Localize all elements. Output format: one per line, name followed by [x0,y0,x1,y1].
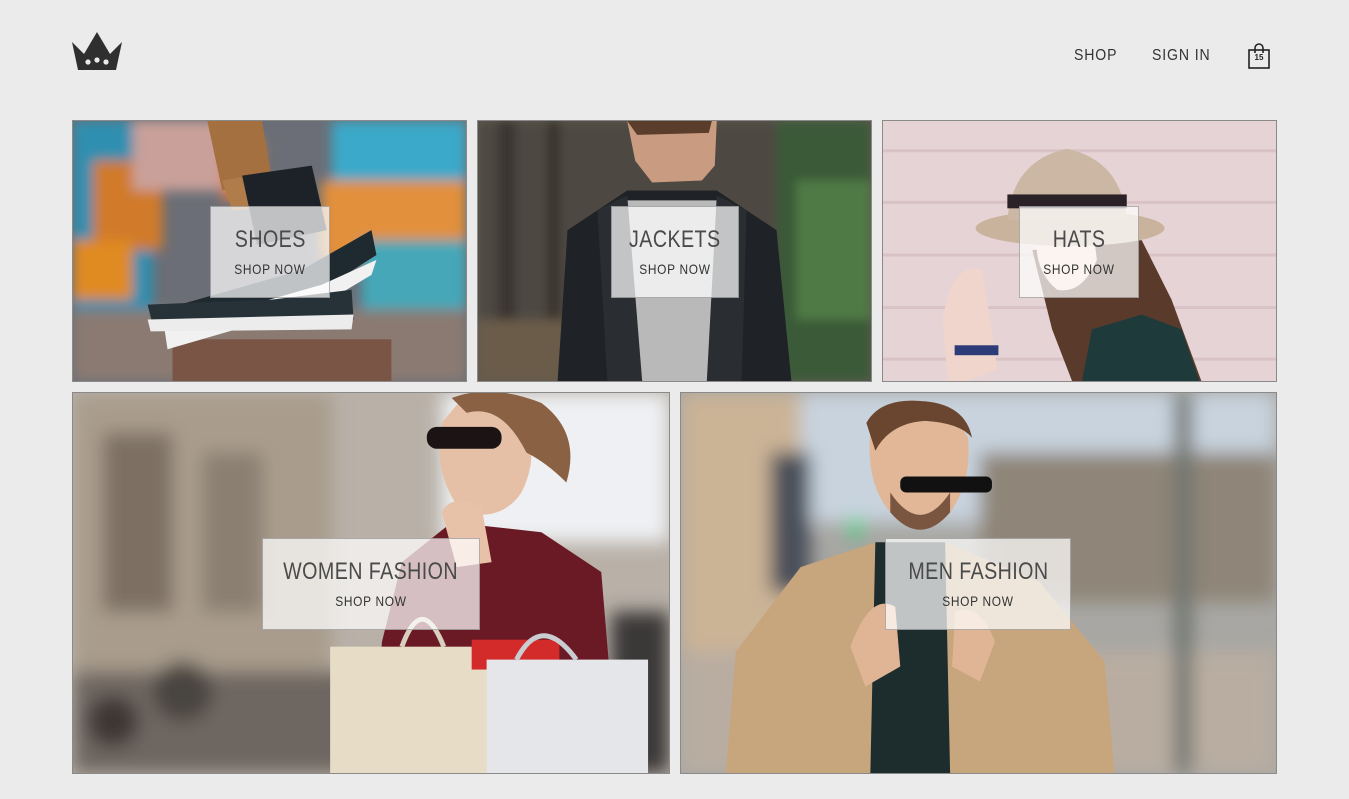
crown-icon[interactable] [70,30,124,72]
category-title: MEN FASHION [907,557,1049,585]
category-tile-jackets[interactable]: JACKETS SHOP NOW [477,120,872,382]
category-label-box: HATS SHOP NOW [1019,206,1139,298]
shop-now-link[interactable]: SHOP NOW [234,261,305,277]
category-label-box: MEN FASHION SHOP NOW [885,538,1071,630]
site-header: SHOP SIGN IN 15 [0,0,1349,110]
shop-now-link[interactable]: SHOP NOW [335,593,406,609]
shop-now-link[interactable]: SHOP NOW [639,261,710,277]
category-title: HATS [1052,225,1106,253]
category-tile-shoes[interactable]: SHOES SHOP NOW [72,120,467,382]
nav-sign-in-link[interactable]: SIGN IN [1152,47,1211,65]
category-tile-women-fashion[interactable]: WOMEN FASHION SHOP NOW [72,392,670,774]
category-tile-men-fashion[interactable]: MEN FASHION SHOP NOW [680,392,1277,774]
category-label-box: JACKETS SHOP NOW [611,206,739,298]
category-title: WOMEN FASHION [283,557,459,585]
cart-count: 15 [1254,53,1264,62]
category-label-box: SHOES SHOP NOW [210,206,330,298]
shopping-cart-button[interactable]: 15 [1247,43,1271,69]
category-label-box: WOMEN FASHION SHOP NOW [262,538,480,630]
shop-now-link[interactable]: SHOP NOW [1043,261,1114,277]
main-nav: SHOP SIGN IN 15 [1071,42,1271,70]
category-tile-hats[interactable]: HATS SHOP NOW [882,120,1277,382]
category-title: JACKETS [629,225,721,253]
nav-shop-link[interactable]: SHOP [1074,47,1117,65]
shop-now-link[interactable]: SHOP NOW [942,593,1013,609]
category-title: SHOES [234,225,306,253]
